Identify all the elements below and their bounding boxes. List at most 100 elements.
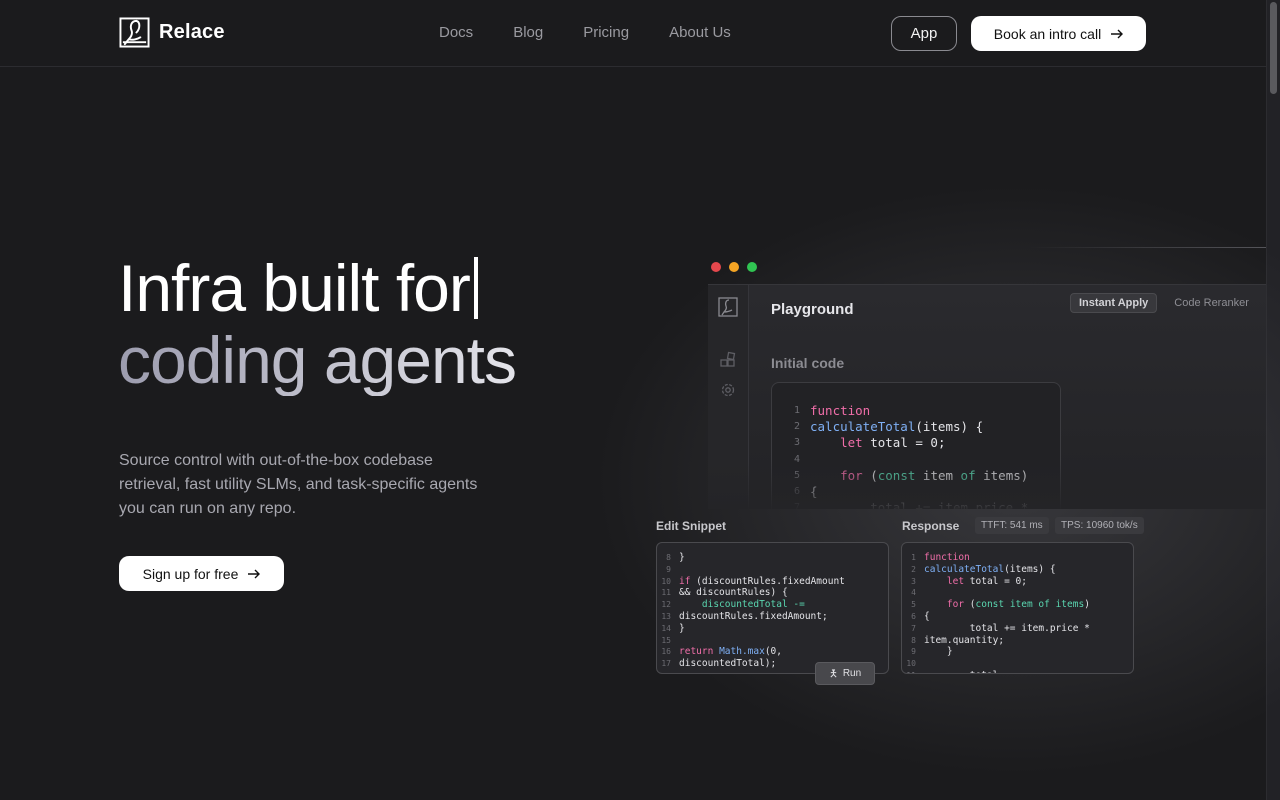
brand-name: Relace [159, 21, 225, 43]
code-text: discountedTotal); [679, 658, 776, 670]
line-number: 8 [666, 553, 671, 562]
tab-instant-apply[interactable]: Instant Apply [1070, 293, 1158, 313]
code-token: } [679, 552, 685, 563]
response-output: 1 function 2 calculateTotal(items) {3 let t… [901, 542, 1134, 674]
code-line: 7 total += item.price * [902, 623, 1133, 635]
hero-subtitle: Source control with out-of-the-box codeb… [119, 452, 478, 517]
code-token: (items) { [915, 419, 984, 435]
code-token: { [924, 610, 930, 622]
line-number: 4 [911, 588, 916, 598]
scrollbar-thumb[interactable] [1270, 2, 1277, 94]
code-text: total; [924, 670, 1004, 673]
initial-code-label: Initial code [771, 355, 845, 371]
nav-about-link[interactable]: About Us [669, 24, 731, 41]
line-number: 7 [911, 623, 916, 633]
code-line: 12 discountedTotal -= [657, 599, 888, 611]
line-number: 3 [793, 437, 800, 449]
code-text: discountedTotal -= [679, 599, 805, 611]
code-token: calculateTotal [810, 419, 916, 435]
code-token: (discountRules.fixedAmount [690, 575, 845, 587]
code-line: 2 calculateTotal(items) { [772, 419, 1060, 435]
line-number: 11 [661, 588, 671, 598]
grid-icon[interactable] [718, 351, 738, 371]
playground-tabs: Instant Apply Code Reranker [1070, 293, 1258, 313]
line-number: 17 [661, 659, 671, 669]
code-token: discountRules.fixedAmount; [679, 610, 828, 622]
code-text: calculateTotal(items) { [810, 419, 983, 435]
gear-icon[interactable] [718, 380, 738, 400]
code-line: 14} [657, 623, 888, 635]
code-line: 8} [657, 552, 888, 564]
nav-blog-link[interactable]: Blog [513, 24, 543, 41]
code-line: 1 function [902, 552, 1133, 564]
code-line: 13 discountRules.fixedAmount; [657, 611, 888, 623]
logo-link[interactable]: Relace [119, 17, 225, 48]
main-nav: Docs Blog Pricing About Us [439, 24, 731, 41]
code-text: } [679, 552, 685, 564]
code-token: ) [1084, 599, 1090, 611]
code-token: item.quantity; [924, 634, 1005, 646]
code-line: 9 } [902, 646, 1133, 658]
code-text: let total = 0; [924, 576, 1027, 588]
window-controls [711, 262, 757, 272]
code-token: const item of items [975, 599, 1085, 611]
run-icon [830, 669, 837, 678]
code-text: } [679, 623, 685, 635]
line-number: 1 [793, 405, 800, 416]
scrollbar-track[interactable] [1266, 0, 1280, 800]
relace-logo-icon[interactable] [718, 297, 738, 317]
code-text: && discountRules) { [679, 587, 788, 599]
code-text: discountRules.fixedAmount; [679, 611, 828, 623]
sign-up-button[interactable]: Sign up for free [119, 556, 284, 591]
line-number: 14 [661, 623, 671, 633]
line-number: 11 [902, 670, 924, 673]
code-token: } [679, 622, 685, 634]
code-text: function [924, 552, 970, 564]
edit-snippet-editor[interactable]: 8} 9 10 if (discountRules.fixedAmount 11 && d… [656, 542, 889, 674]
window-maximize-dot [747, 262, 757, 272]
tab-code-reranker[interactable]: Code Reranker [1165, 293, 1258, 313]
window-close-dot [711, 262, 721, 272]
code-token: return [679, 646, 714, 658]
line-number: 3 [911, 576, 916, 586]
line-number: 9 [666, 564, 671, 574]
code-text: calculateTotal(items) { [924, 564, 1056, 576]
code-text: return Math.max(0, [679, 646, 782, 658]
code-line: 3 let total = 0; [902, 576, 1133, 588]
code-token: && discountRules) { [679, 587, 788, 599]
code-token: function [924, 552, 970, 563]
code-line: 5 for (const item of items) [902, 599, 1133, 611]
code-line: 11 total; [902, 670, 1133, 673]
code-token: ( [964, 599, 976, 611]
line-number: 16 [661, 647, 671, 657]
hero-title-line1-text: Infra built for [118, 251, 471, 325]
hero-title-line1: Infra built for [118, 252, 516, 324]
nav-docs-link[interactable]: Docs [439, 24, 473, 41]
code-line: 6{ [902, 611, 1133, 623]
code-line: 3 let total = 0; [772, 435, 1060, 451]
code-text: if (discountRules.fixedAmount [679, 576, 845, 588]
relace-logo-icon [119, 17, 150, 48]
code-token: (0, [764, 646, 782, 658]
playground-title: Playground [771, 301, 854, 318]
line-number: 6 [911, 611, 916, 621]
code-line: 4 [902, 587, 1133, 599]
edit-snippet-label: Edit Snippet [656, 519, 726, 533]
code-token: total = 0; [862, 435, 946, 451]
app-button[interactable]: App [891, 16, 957, 51]
arrow-right-icon [248, 569, 261, 578]
line-number: 1 [911, 553, 916, 562]
decor-line [1030, 247, 1266, 248]
run-button[interactable]: Run [815, 662, 875, 685]
code-token: } [924, 646, 953, 658]
code-token: total = 0; [964, 575, 1027, 587]
hero-title-line2: coding agents [118, 323, 517, 397]
code-text: item.quantity; [924, 635, 1004, 647]
code-token: let [946, 575, 965, 587]
code-text: } [924, 646, 953, 658]
book-intro-call-button[interactable]: Book an intro call [971, 16, 1146, 51]
nav-pricing-link[interactable]: Pricing [583, 24, 629, 41]
code-text: { [924, 611, 930, 623]
